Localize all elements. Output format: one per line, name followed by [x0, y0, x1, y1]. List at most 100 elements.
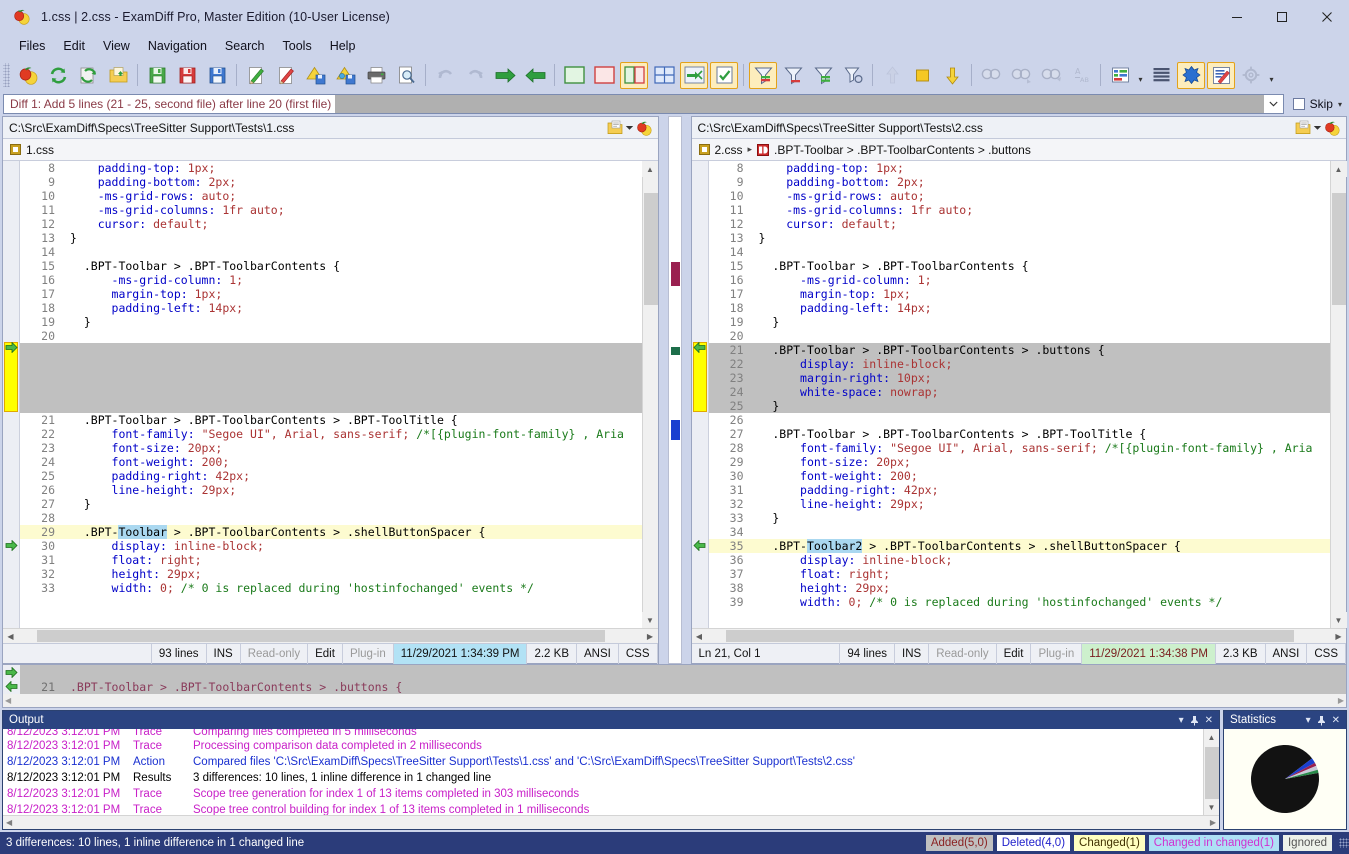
right-plugin-flag[interactable]: Plug-in — [1031, 644, 1082, 664]
code-line[interactable]: 31 float: right; — [20, 553, 642, 567]
output-close-icon[interactable]: ✕ — [1205, 715, 1213, 726]
right-insert-mode[interactable]: INS — [895, 644, 929, 664]
status-badge[interactable]: Changed(1) — [1074, 835, 1145, 851]
code-line[interactable]: 27 .BPT-Toolbar > .BPT-ToolbarContents >… — [709, 427, 1331, 441]
code-line[interactable]: 26 line-height: 29px; — [20, 483, 642, 497]
code-line[interactable]: 36 display: inline-block; — [709, 553, 1331, 567]
left-syntax[interactable]: CSS — [619, 644, 658, 664]
output-scrollbar-thumb[interactable] — [1205, 747, 1219, 801]
output-vertical-scrollbar[interactable]: ▲ ▼ — [1203, 729, 1219, 815]
code-line[interactable]: 19 } — [20, 315, 642, 329]
save-right-warning-icon[interactable] — [332, 62, 360, 89]
code-line[interactable]: 9 padding-bottom: 2px; — [709, 175, 1331, 189]
left-scroll-down-icon[interactable]: ▼ — [642, 612, 658, 628]
code-line[interactable]: 39 width: 0; /* 0 is replaced during 'ho… — [709, 595, 1331, 609]
right-diff-arrow-2-icon[interactable] — [693, 539, 707, 552]
code-line[interactable]: 10 -ms-grid-rows: auto; — [709, 189, 1331, 203]
right-changed-line[interactable]: 35 .BPT-Toolbar2 > .BPT-ToolbarContents … — [709, 539, 1331, 553]
scope-preview-row[interactable]: 21 .BPT-Toolbar > .BPT-ToolbarContents >… — [2, 679, 1347, 694]
save-red-icon[interactable] — [173, 62, 201, 89]
left-edit-flag[interactable]: Edit — [308, 644, 343, 664]
right-scope-crumb[interactable]: .BPT-Toolbar > .BPT-ToolbarContents > .b… — [774, 143, 1031, 157]
left-vertical-scrollbar[interactable]: ▲ ▼ — [642, 161, 658, 628]
skip-checkbox[interactable] — [1293, 98, 1305, 110]
view-options-icon[interactable] — [1106, 62, 1134, 89]
code-line[interactable]: 22 font-family: "Segoe UI", Arial, sans-… — [20, 427, 642, 441]
right-file-path[interactable]: C:\Src\ExamDiff\Specs\TreeSitter Support… — [698, 121, 1296, 135]
output-body[interactable]: 8/12/2023 3:12:01 PMTraceComparing files… — [3, 729, 1219, 815]
output-pin-icon[interactable] — [1190, 715, 1199, 726]
output-scroll-down-icon[interactable]: ▼ — [1204, 799, 1220, 815]
right-scroll-down-icon[interactable]: ▼ — [1331, 612, 1347, 628]
settings-gear-icon[interactable] — [1237, 62, 1265, 89]
code-line[interactable]: 14 — [20, 245, 642, 259]
code-line[interactable]: 22 display: inline-block; — [709, 357, 1331, 371]
code-line[interactable]: 8 padding-top: 1px; — [709, 161, 1331, 175]
code-line[interactable]: 26 — [709, 413, 1331, 427]
scope-preview-scroll-left-icon[interactable]: ◀ — [5, 696, 11, 705]
sync-scroll-icon[interactable] — [680, 62, 708, 89]
chevron-down-icon[interactable] — [1264, 95, 1283, 113]
print-icon[interactable] — [362, 62, 390, 89]
print-file-icon[interactable] — [607, 120, 623, 135]
match-case-icon[interactable]: A AB — [1067, 62, 1095, 89]
right-edit-flag[interactable]: Edit — [997, 644, 1032, 664]
left-diff-strip[interactable] — [3, 161, 20, 628]
code-line[interactable]: 37 float: right; — [709, 567, 1331, 581]
left-scope-file[interactable]: 1.css — [10, 143, 54, 157]
menu-edit[interactable]: Edit — [54, 36, 94, 56]
left-code-area[interactable]: 8 padding-top: 1px;9 padding-bottom: 2px… — [20, 161, 642, 628]
right-horizontal-scrollbar[interactable]: ◀ ▶ — [692, 628, 1347, 643]
code-line[interactable]: 14 — [709, 245, 1331, 259]
find-prev-icon[interactable] — [1037, 62, 1065, 89]
left-horizontal-scrollbar[interactable]: ◀ ▶ — [3, 628, 658, 643]
copy-to-left-icon[interactable] — [521, 62, 549, 89]
output-row[interactable]: 8/12/2023 3:12:01 PMTraceScope tree gene… — [3, 786, 1203, 802]
code-line[interactable]: 32 height: 29px; — [20, 567, 642, 581]
plugins-icon[interactable] — [1177, 62, 1205, 89]
status-badge[interactable]: Changed in changed(1) — [1149, 835, 1279, 851]
save-green-icon[interactable] — [143, 62, 171, 89]
status-badge[interactable]: Added(5,0) — [926, 835, 993, 851]
code-line[interactable]: 30 font-weight: 200; — [709, 469, 1331, 483]
output-row[interactable]: 8/12/2023 3:12:01 PMTraceProcessing comp… — [3, 738, 1203, 754]
next-diff-down-icon[interactable] — [938, 62, 966, 89]
minimize-button[interactable] — [1214, 0, 1259, 33]
left-encoding[interactable]: ANSI — [577, 644, 619, 664]
scope-preview-hscrollbar[interactable]: ◀ ▶ — [2, 694, 1347, 708]
code-line[interactable]: 38 height: 29px; — [709, 581, 1331, 595]
code-line[interactable]: 32 line-height: 29px; — [709, 497, 1331, 511]
scope-preview-arrow-icon[interactable] — [3, 665, 20, 680]
left-file-path[interactable]: C:\Src\ExamDiff\Specs\TreeSitter Support… — [9, 121, 607, 135]
left-scroll-left-icon[interactable]: ◀ — [3, 629, 18, 643]
maximize-button[interactable] — [1259, 0, 1304, 33]
code-line[interactable]: 33 } — [709, 511, 1331, 525]
status-badge[interactable]: Ignored — [1283, 835, 1332, 851]
output-row[interactable]: 8/12/2023 3:12:01 PMTraceComparing files… — [3, 729, 1203, 738]
code-line[interactable]: 33 width: 0; /* 0 is replaced during 'ho… — [20, 581, 642, 595]
right-scroll-left-icon[interactable]: ◀ — [692, 629, 707, 643]
settings-dropdown-arrow-icon[interactable]: ▾ — [1266, 62, 1277, 89]
right-scrollbar-thumb[interactable] — [1332, 193, 1346, 305]
redo-icon[interactable] — [461, 62, 489, 89]
show-changed-lines-icon[interactable] — [710, 62, 738, 89]
right-path-dropdown-icon[interactable] — [1313, 125, 1322, 131]
code-line[interactable]: 21 .BPT-Toolbar > .BPT-ToolbarContents >… — [709, 343, 1331, 357]
diff-map-mark-added[interactable] — [671, 420, 680, 440]
code-line[interactable]: 23 font-size: 20px; — [20, 441, 642, 455]
code-line[interactable]: 12 cursor: default; — [20, 217, 642, 231]
view-options-dropdown-arrow-icon[interactable]: ▾ — [1135, 62, 1146, 89]
left-readonly-flag[interactable]: Read-only — [241, 644, 308, 664]
output-row[interactable]: 8/12/2023 3:12:01 PMResults3 differences… — [3, 770, 1203, 786]
left-changed-line[interactable]: 29 .BPT-Toolbar > .BPT-ToolbarContents >… — [20, 525, 642, 539]
edit-left-pencil-icon[interactable] — [242, 62, 270, 89]
code-line[interactable]: 16 -ms-grid-column: 1; — [20, 273, 642, 287]
code-line[interactable]: 20 — [709, 329, 1331, 343]
status-badge[interactable]: Deleted(4,0) — [997, 835, 1070, 851]
code-line[interactable]: 29 font-size: 20px; — [709, 455, 1331, 469]
left-insert-mode[interactable]: INS — [207, 644, 241, 664]
prev-diff-up-icon[interactable] — [878, 62, 906, 89]
skip-control[interactable]: Skip ▾ — [1286, 97, 1345, 111]
output-scroll-up-icon[interactable]: ▲ — [1204, 729, 1220, 745]
code-line[interactable]: 19 } — [709, 315, 1331, 329]
